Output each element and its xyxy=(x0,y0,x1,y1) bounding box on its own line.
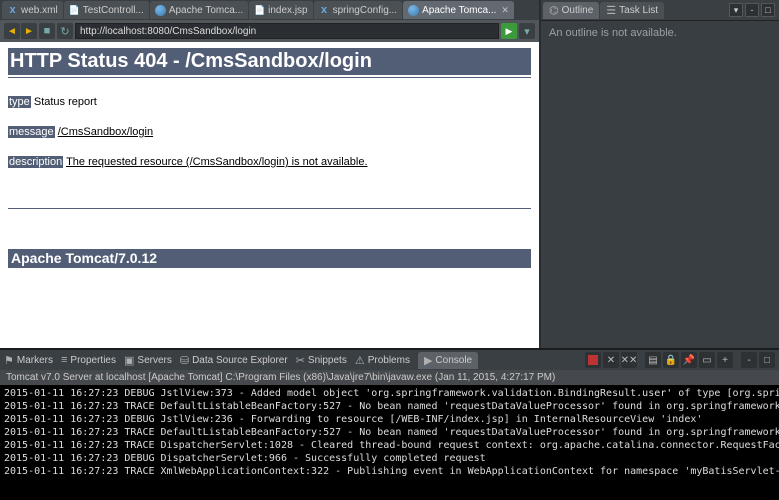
stop-button[interactable]: ↻ xyxy=(57,23,73,39)
tab-label: Servers xyxy=(137,355,171,366)
display-console-button[interactable]: ▭ xyxy=(699,352,715,368)
tab-label: springConfig... xyxy=(333,5,397,16)
remove-launch-button[interactable]: ✕ xyxy=(603,352,619,368)
servers-icon: ▣ xyxy=(124,354,134,367)
tab-label: Data Source Explorer xyxy=(192,355,288,366)
log-line: 2015-01-11 16:27:23 TRACE DefaultListabl… xyxy=(4,400,775,413)
error-type-line: type Status report xyxy=(8,96,531,108)
back-button[interactable]: ◄ xyxy=(4,23,20,39)
description-text: The requested resource (/CmsSandbox/logi… xyxy=(66,156,367,168)
view-menu-icon[interactable]: ▾ xyxy=(729,3,743,17)
view-tab-properties[interactable]: ≡Properties xyxy=(61,354,116,366)
x-icon: x xyxy=(7,5,18,16)
tab-label: Properties xyxy=(70,355,116,366)
view-tab-problems[interactable]: ⚠Problems xyxy=(355,354,410,367)
type-text: Status report xyxy=(34,96,97,108)
outline-tab-bar: ⌬Outline☰Task List ▾ - □ xyxy=(541,0,779,20)
editor-tab[interactable]: 📄TestControll... xyxy=(64,1,149,19)
snippets-icon: ✂ xyxy=(296,354,305,367)
pin-console-button[interactable]: 📌 xyxy=(681,352,697,368)
view-tab-data-source-explorer[interactable]: ⛁Data Source Explorer xyxy=(180,354,288,367)
tab-label: Console xyxy=(435,355,472,366)
url-input[interactable] xyxy=(75,23,499,39)
browser-menu-icon[interactable]: ▾ xyxy=(519,23,535,39)
x-icon: x xyxy=(319,5,330,16)
earth-icon xyxy=(408,5,419,16)
outline-tab[interactable]: ☰Task List xyxy=(600,2,664,19)
tab-label: Task List xyxy=(619,5,658,16)
outline-icon: ⌬ xyxy=(549,4,559,17)
data-source-explorer-icon: ⛁ xyxy=(180,354,189,367)
maximize-view-icon[interactable]: □ xyxy=(759,352,775,368)
tab-label: TestControll... xyxy=(83,5,144,16)
log-line: 2015-01-11 16:27:23 DEBUG JstlView:236 -… xyxy=(4,413,775,426)
editor-tab[interactable]: xspringConfig... xyxy=(314,1,402,19)
log-line: 2015-01-11 16:27:23 TRACE DefaultListabl… xyxy=(4,426,775,439)
views-tab-bar: ⚑Markers ≡Properties ▣Servers ⛁Data Source … xyxy=(0,350,779,370)
file-icon: 📄 xyxy=(69,5,80,16)
divider xyxy=(8,208,531,209)
clear-console-button[interactable]: ▤ xyxy=(645,352,661,368)
browser-toolbar: ◄ ► ■ ↻ ▶ ▾ xyxy=(0,20,539,42)
log-line: 2015-01-11 16:27:23 TRACE XmlWebApplicat… xyxy=(4,465,775,478)
remove-all-button[interactable]: ✕✕ xyxy=(621,352,637,368)
editor-tab-bar: xweb.xml📄TestControll...Apache Tomca...📄… xyxy=(0,0,539,20)
console-process-title: Tomcat v7.0 Server at localhost [Apache … xyxy=(0,370,779,385)
message-text: /CmsSandbox/login xyxy=(58,126,153,138)
tab-label: web.xml xyxy=(21,5,58,16)
close-icon[interactable]: ✕ xyxy=(501,5,509,16)
view-tab-markers[interactable]: ⚑Markers xyxy=(4,354,53,367)
console-icon: ▶ xyxy=(424,354,432,367)
log-line: 2015-01-11 16:27:23 DEBUG DispatcherServ… xyxy=(4,452,775,465)
markers-icon: ⚑ xyxy=(4,354,14,367)
view-tab-snippets[interactable]: ✂Snippets xyxy=(296,354,347,367)
tab-label: Apache Tomca... xyxy=(422,5,496,16)
type-label: type xyxy=(8,96,31,108)
maximize-icon[interactable]: □ xyxy=(761,3,775,17)
terminate-button[interactable] xyxy=(585,352,601,368)
tab-label: Apache Tomca... xyxy=(169,5,243,16)
editor-tab[interactable]: xweb.xml xyxy=(2,1,63,19)
divider xyxy=(8,77,531,78)
console-toolbar: ✕ ✕✕ ▤ 🔒 📌 ▭ + - □ xyxy=(585,352,775,368)
problems-icon: ⚠ xyxy=(355,354,365,367)
outline-tab[interactable]: ⌬Outline xyxy=(543,2,599,19)
error-description-line: description The requested resource (/Cms… xyxy=(8,156,531,168)
error-heading: HTTP Status 404 - /CmsSandbox/login xyxy=(8,48,531,75)
minimize-view-icon[interactable]: - xyxy=(741,352,757,368)
file-icon: 📄 xyxy=(254,5,265,16)
minimize-icon[interactable]: - xyxy=(745,3,759,17)
tab-label: Outline xyxy=(562,5,594,16)
tab-label: Snippets xyxy=(308,355,347,366)
go-button[interactable]: ▶ xyxy=(501,23,517,39)
tab-label: index.jsp xyxy=(268,5,307,16)
task-list-icon: ☰ xyxy=(606,4,616,17)
refresh-button[interactable]: ■ xyxy=(39,23,55,39)
error-footer: Apache Tomcat/7.0.12 xyxy=(8,249,531,267)
message-label: message xyxy=(8,126,55,138)
tab-label: Problems xyxy=(368,355,410,366)
earth-icon xyxy=(155,5,166,16)
editor-tab[interactable]: Apache Tomca... ✕ xyxy=(403,1,514,19)
properties-icon: ≡ xyxy=(61,354,67,366)
browser-viewport: HTTP Status 404 - /CmsSandbox/login type… xyxy=(0,42,539,348)
description-label: description xyxy=(8,156,63,168)
error-message-line: message /CmsSandbox/login xyxy=(8,126,531,138)
scroll-lock-button[interactable]: 🔒 xyxy=(663,352,679,368)
log-line: 2015-01-11 16:27:23 TRACE DispatcherServ… xyxy=(4,439,775,452)
editor-tab[interactable]: Apache Tomca... xyxy=(150,1,248,19)
outline-body: An outline is not available. xyxy=(541,20,779,348)
tab-label: Markers xyxy=(17,355,53,366)
console-output[interactable]: 2015-01-11 16:27:23 DEBUG JstlView:373 -… xyxy=(0,385,779,500)
view-tab-console[interactable]: ▶Console xyxy=(418,352,478,369)
forward-button[interactable]: ► xyxy=(21,23,37,39)
open-console-button[interactable]: + xyxy=(717,352,733,368)
editor-tab[interactable]: 📄index.jsp xyxy=(249,1,312,19)
divider xyxy=(8,267,531,268)
log-line: 2015-01-11 16:27:23 DEBUG JstlView:373 -… xyxy=(4,387,775,400)
view-tab-servers[interactable]: ▣Servers xyxy=(124,354,172,367)
